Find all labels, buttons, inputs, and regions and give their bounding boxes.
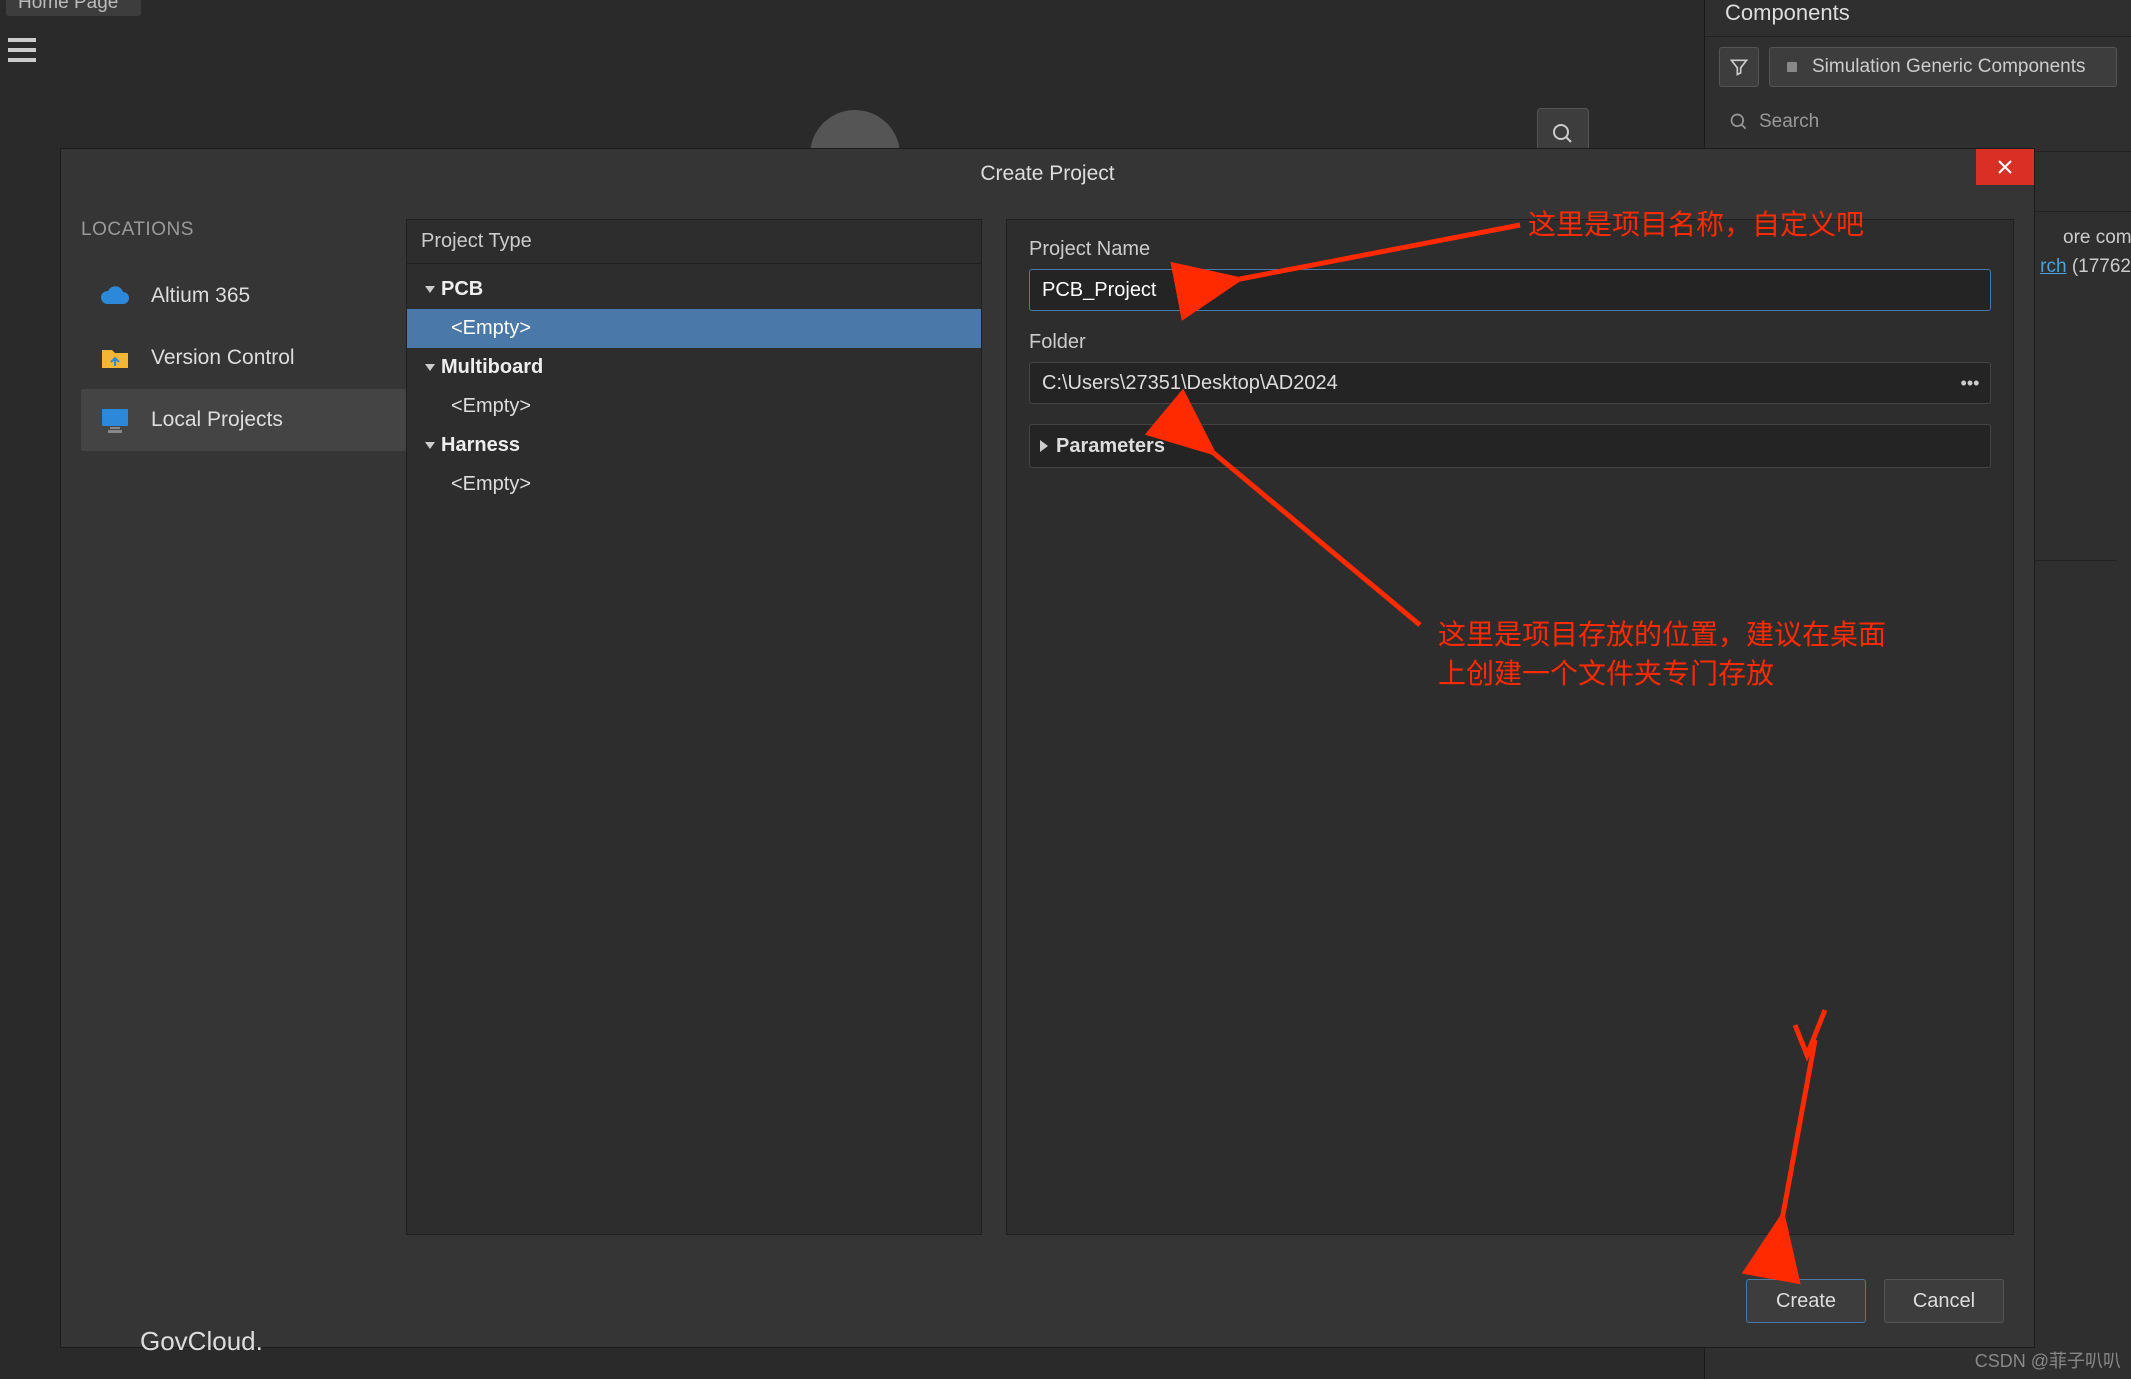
- location-label: Altium 365: [151, 284, 250, 308]
- create-button[interactable]: Create: [1746, 1279, 1866, 1323]
- annotation-project-name: 这里是项目名称，自定义吧: [1528, 205, 1864, 244]
- cloud-icon: [99, 283, 131, 309]
- chevron-down-icon: [425, 442, 435, 449]
- tree-group-multiboard[interactable]: Multiboard: [407, 348, 981, 387]
- location-version-control[interactable]: Version Control: [81, 327, 406, 389]
- watermark: CSDN @菲子叭叭: [1975, 1347, 2121, 1373]
- hamburger-menu-icon[interactable]: [2, 30, 42, 70]
- components-panel-title: Components: [1705, 0, 2131, 37]
- tree-item-multiboard-empty[interactable]: <Empty>: [407, 387, 981, 426]
- folder-browse-button[interactable]: •••: [1950, 373, 1990, 394]
- folder-up-icon: [99, 345, 131, 371]
- chevron-down-icon: [425, 286, 435, 293]
- search-icon: [1729, 112, 1749, 132]
- filter-icon: [1729, 57, 1749, 77]
- project-type-column: Project Type PCB <Empty> Multiboard <Emp…: [406, 219, 982, 1235]
- folder-input[interactable]: [1030, 372, 1950, 395]
- locations-header: LOCATIONS: [81, 219, 406, 241]
- dialog-title: Create Project: [980, 162, 1114, 186]
- location-label: Version Control: [151, 346, 295, 370]
- chevron-down-icon: [425, 364, 435, 371]
- component-library-select[interactable]: Simulation Generic Components: [1769, 47, 2117, 87]
- monitor-icon: [99, 407, 131, 433]
- component-library-label: Simulation Generic Components: [1812, 56, 2086, 78]
- tree-item-pcb-empty[interactable]: <Empty>: [407, 309, 981, 348]
- close-button[interactable]: [1976, 149, 2034, 185]
- project-form: Project Name Folder ••• Parameters: [1006, 219, 2014, 1235]
- tree-group-harness[interactable]: Harness: [407, 426, 981, 465]
- location-label: Local Projects: [151, 408, 283, 432]
- cancel-button[interactable]: Cancel: [1884, 1279, 2004, 1323]
- locations-column: LOCATIONS Altium 365 Version Control Loc…: [61, 219, 406, 1235]
- location-local-projects[interactable]: Local Projects: [81, 389, 406, 451]
- filter-button[interactable]: [1719, 47, 1759, 87]
- close-icon: [1997, 159, 2013, 175]
- home-tab-label: Home Page: [18, 0, 118, 13]
- search-icon: [1551, 122, 1575, 146]
- components-search-input[interactable]: Search: [1719, 103, 2117, 141]
- annotation-folder: 这里是项目存放的位置，建议在桌面 上创建一个文件夹专门存放: [1438, 615, 1886, 693]
- tree-group-label: Multiboard: [441, 356, 543, 379]
- home-tab[interactable]: Home Page: [6, 0, 141, 16]
- create-button-label: Create: [1776, 1290, 1836, 1313]
- create-project-dialog: Create Project LOCATIONS Altium 365 Vers…: [60, 148, 2035, 1348]
- tree-group-pcb[interactable]: PCB: [407, 270, 981, 309]
- parameters-label: Parameters: [1056, 435, 1165, 458]
- cancel-button-label: Cancel: [1913, 1290, 1975, 1313]
- chip-icon: [1782, 57, 1802, 77]
- project-name-input[interactable]: [1029, 269, 1991, 311]
- folder-label: Folder: [1029, 331, 1991, 354]
- tree-item-harness-empty[interactable]: <Empty>: [407, 465, 981, 504]
- project-type-header: Project Type: [407, 220, 981, 264]
- tree-group-label: PCB: [441, 278, 483, 301]
- govcloud-text: GovCloud.: [140, 1326, 263, 1357]
- components-search-placeholder: Search: [1759, 111, 1819, 133]
- tree-group-label: Harness: [441, 434, 520, 457]
- location-altium-365[interactable]: Altium 365: [81, 265, 406, 327]
- components-search-link[interactable]: rch: [2040, 256, 2066, 277]
- dialog-titlebar: Create Project: [61, 149, 2034, 199]
- parameters-expander[interactable]: Parameters: [1029, 424, 1991, 468]
- chevron-right-icon: [1040, 440, 1048, 452]
